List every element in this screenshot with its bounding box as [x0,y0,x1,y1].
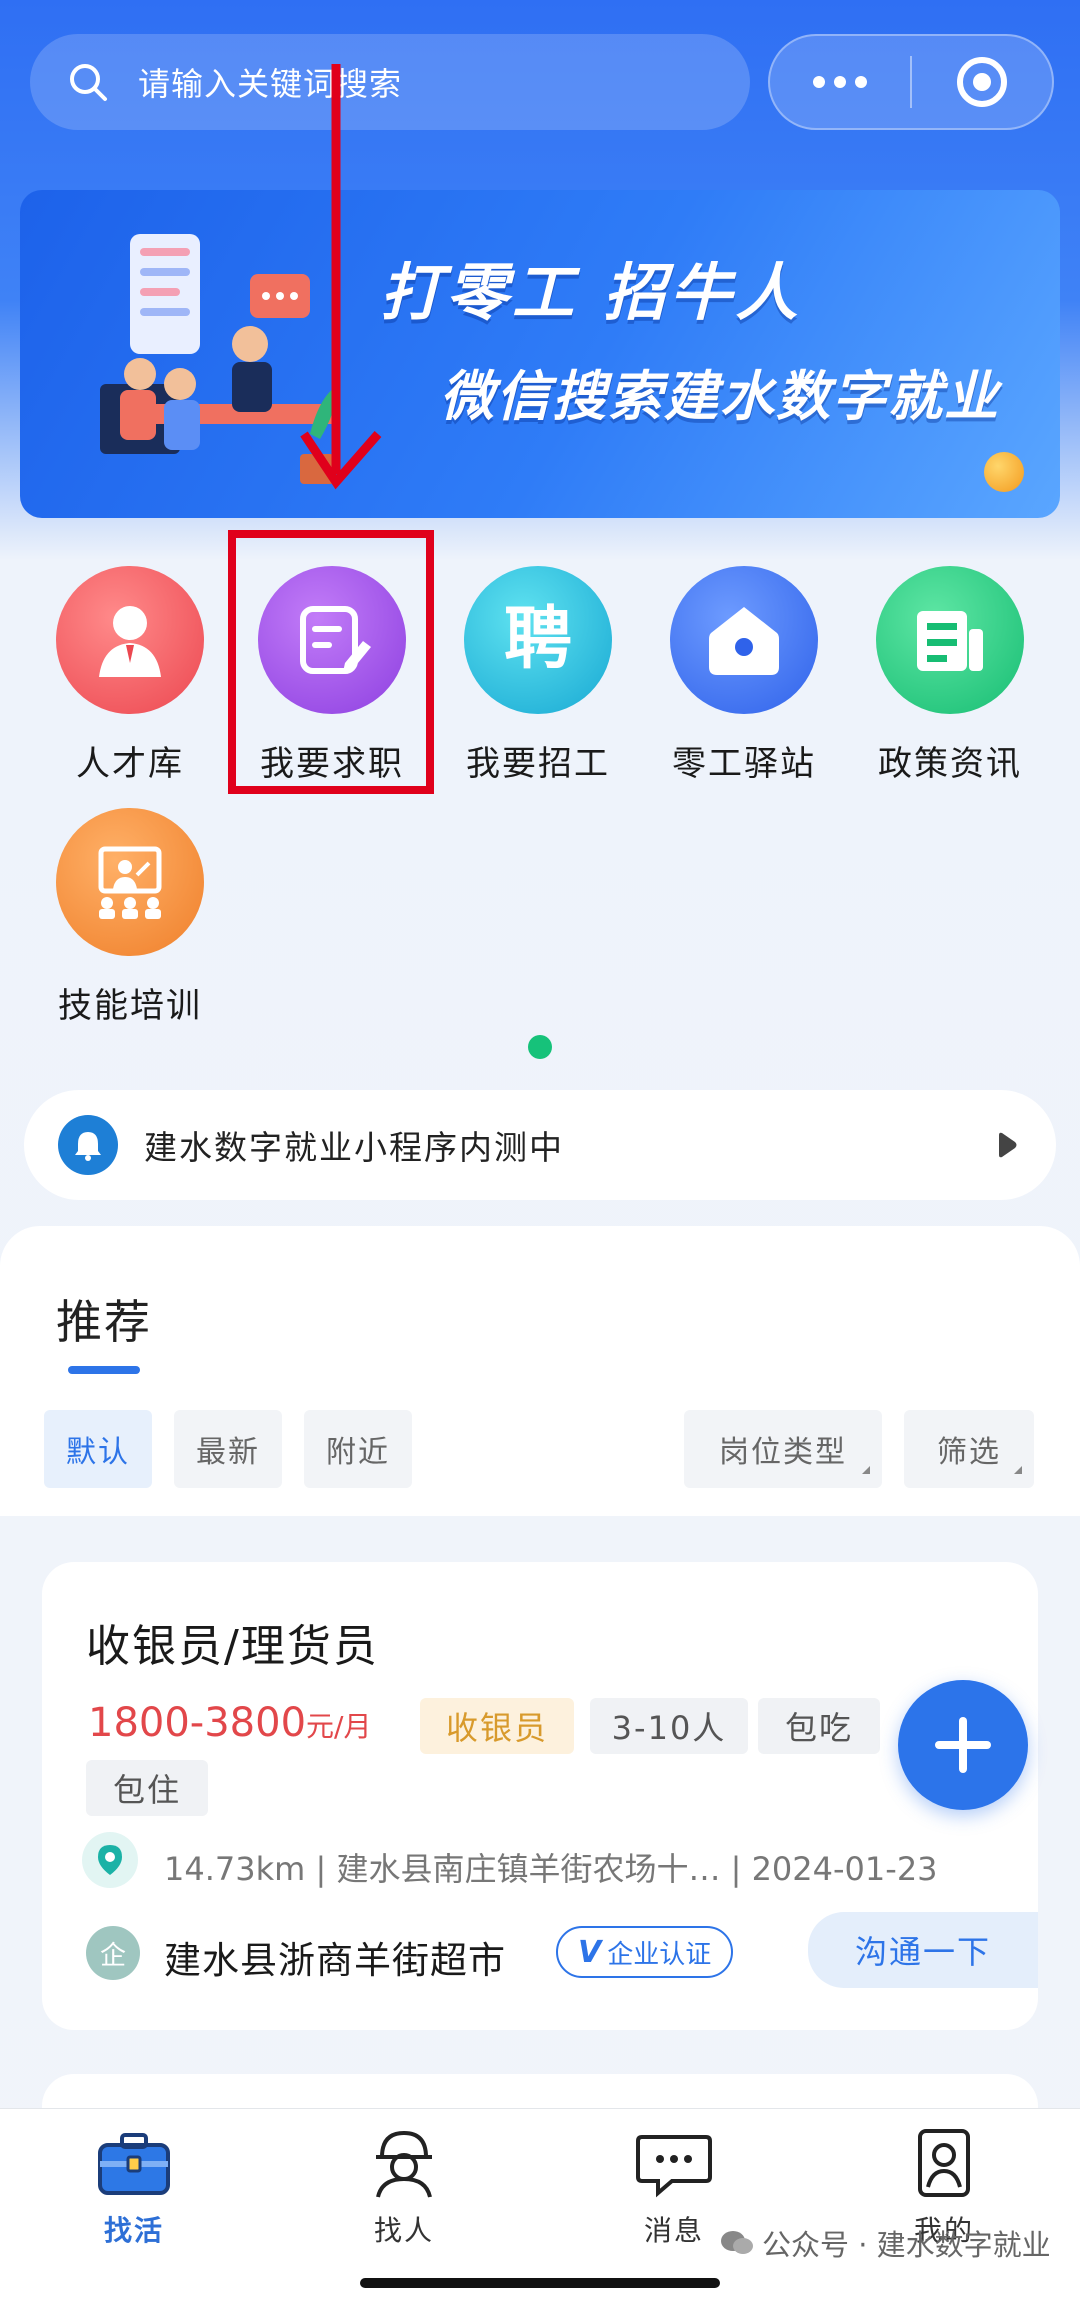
grid-item-skill-training[interactable]: 技能培训 [30,808,230,1027]
search-icon [70,64,107,101]
grid-item-gig-station[interactable]: 零工驿站 [644,566,844,785]
more-menu-icon[interactable] [770,36,910,128]
grid-label: 技能培训 [58,986,202,1026]
tab-underline [68,1366,140,1374]
close-target-icon[interactable] [912,54,1052,110]
watermark: 公众号 · 建水数字就业 [720,2222,1051,2264]
home-indicator [360,2278,720,2288]
filter-more[interactable]: 筛选 [904,1410,1034,1488]
cert-label: 企业认证 [607,1939,712,1970]
job-tag: 包吃 [758,1698,880,1754]
tab-recommend[interactable]: 推荐 [56,1286,152,1352]
company-avatar: 企 [86,1926,140,1980]
bell-icon [58,1115,118,1175]
recruit-icon: 聘 [464,566,612,714]
job-tag: 3-10人 [590,1698,748,1754]
nav-find-work[interactable]: 找活 [64,2127,204,2249]
company-cert-badge: V 企业认证 [556,1926,734,1978]
job-location: 14.73km | 建水县南庄镇羊街农场十… | 2024-01-23 [164,1850,938,1888]
sort-nearby[interactable]: 附近 [304,1410,412,1488]
svg-text:聘: 聘 [504,600,572,679]
company-name[interactable]: 建水县浙商羊街超市 [164,1930,506,1984]
sort-newest[interactable]: 最新 [174,1410,282,1488]
nav-label: 找活 [103,2214,164,2247]
recommend-section: 推荐 默认 最新 附近 岗位类型 筛选 [0,1226,1080,1516]
job-tag: 包住 [86,1760,208,1816]
bottom-nav: 找活 找人 消息 我的 [0,2108,1080,2304]
profile-card-icon [918,2129,970,2197]
search-bar[interactable]: 请输入关键词搜索 [30,34,750,130]
verified-v-icon: V [578,1934,602,1970]
arrow-right-icon [999,1132,1017,1158]
job-tag: 收银员 [420,1698,574,1754]
location-pin-icon [82,1832,138,1888]
briefcase-icon [98,2133,170,2195]
job-salary: 1800-3800元/月 [88,1700,371,1746]
job-title: 收银员/理货员 [86,1621,379,1672]
wechat-icon [721,2231,753,2254]
dropdown-corner-icon [862,1466,870,1474]
chat-bubble-icon [636,2135,712,2198]
job-card[interactable]: 收银员/理货员 1800-3800元/月 收银员 3-10人 包吃 包住 14.… [42,1562,1038,2030]
grid-label: 零工驿站 [672,744,816,784]
notice-text: 建水数字就业小程序内测中 [144,1128,564,1167]
salary-unit: 元/月 [306,1710,372,1743]
add-fab-button[interactable] [898,1680,1028,1810]
nav-label: 找人 [373,2214,434,2247]
grid-page-indicator [528,1035,552,1059]
salary-range: 1800-3800 [88,1700,307,1746]
banner-indicator [984,452,1024,492]
annotation-arrow-icon [300,64,382,490]
gig-station-icon [670,566,818,714]
filter-label: 筛选 [937,1435,1001,1470]
grid-item-policy-news[interactable]: 政策资讯 [850,566,1050,785]
grid-label: 我要招工 [466,744,610,784]
filter-label: 岗位类型 [719,1435,847,1470]
notice-bar[interactable]: 建水数字就业小程序内测中 [24,1090,1056,1200]
dropdown-corner-icon [1014,1466,1022,1474]
banner-subline: 微信搜索建水数字就业 [440,365,1000,428]
miniprogram-capsule [768,34,1054,130]
filter-job-type[interactable]: 岗位类型 [684,1410,882,1488]
grid-item-recruit[interactable]: 聘 我要招工 [438,566,638,785]
grid-item-talent-pool[interactable]: 人才库 [30,566,230,785]
worker-helmet-icon [376,2130,432,2198]
sort-default[interactable]: 默认 [44,1410,152,1488]
talent-pool-icon [56,566,204,714]
banner-headline: 打零工 招牛人 [380,256,802,329]
skill-training-icon [56,808,204,956]
watermark-text: 公众号 · 建水数字就业 [762,2228,1051,2262]
annotation-highlight-box [228,530,434,794]
contact-button[interactable]: 沟通一下 [808,1912,1038,1988]
grid-label: 人才库 [76,744,184,784]
policy-news-icon [876,566,1024,714]
plus-icon [935,1717,991,1773]
promo-banner[interactable]: 打零工 招牛人 微信搜索建水数字就业 [20,190,1060,518]
grid-label: 政策资讯 [878,744,1022,784]
nav-find-people[interactable]: 找人 [334,2127,474,2249]
